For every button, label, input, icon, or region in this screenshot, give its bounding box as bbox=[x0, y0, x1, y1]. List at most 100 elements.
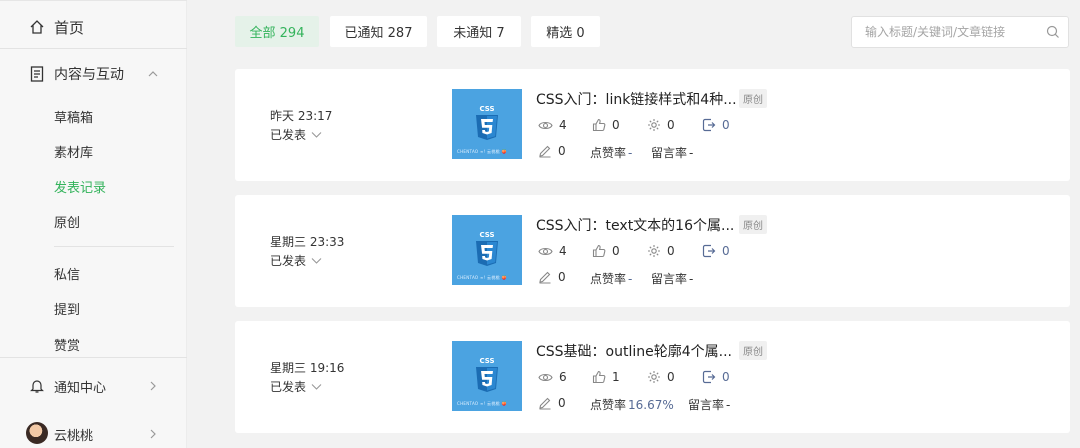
sidebar-item-label: 通知中心 bbox=[54, 380, 107, 396]
post-status: 已发表 bbox=[270, 380, 307, 394]
chevron-right-icon bbox=[150, 429, 156, 439]
sidebar-item-label: 首页 bbox=[54, 18, 85, 37]
like-rate-value: 16.67% bbox=[628, 397, 674, 412]
post-status-dropdown[interactable]: 已发表 bbox=[270, 252, 322, 269]
like-rate-label: 点赞率 bbox=[590, 272, 627, 286]
tab-all[interactable]: 全部 294 bbox=[235, 16, 319, 47]
shares-count: 0 bbox=[667, 244, 675, 258]
sidebar-top-border bbox=[0, 0, 187, 1]
sidebar-item-publish-records[interactable]: 发表记录 bbox=[54, 177, 106, 196]
thumbs-up-icon bbox=[592, 118, 606, 132]
post-card[interactable]: 星期三 19:16 已发表 CSS CHENTAO ∞! 云桃桃 🍑 CSS基础… bbox=[235, 321, 1070, 433]
original-badge: 原创 bbox=[739, 215, 767, 234]
thumb-caption: CHENTAO ∞! 云桃桃 🍑 bbox=[457, 401, 507, 406]
likes-count: 1 bbox=[612, 370, 620, 384]
tab-featured[interactable]: 精选 0 bbox=[531, 16, 600, 47]
views-count: 4 bbox=[559, 118, 567, 132]
like-rate-label: 点赞率 bbox=[590, 398, 627, 412]
edits-count: 0 bbox=[558, 144, 566, 158]
thumb-text: CSS bbox=[479, 105, 494, 113]
tab-notified[interactable]: 已通知 287 bbox=[330, 16, 427, 47]
stat-likes: 0 bbox=[592, 118, 620, 132]
forward-icon bbox=[702, 244, 716, 258]
chevron-down-icon bbox=[311, 257, 322, 264]
post-card[interactable]: 昨天 23:17 已发表 CSS CHENTAO ∞! 云桃桃 🍑 CSS入门：… bbox=[235, 69, 1070, 181]
chevron-down-icon bbox=[311, 131, 322, 138]
post-status-dropdown[interactable]: 已发表 bbox=[270, 126, 322, 143]
sidebar-item-label: 内容与互动 bbox=[54, 67, 124, 83]
sidebar: 首页 内容与互动 草稿箱 素材库 发表记录 原创 私信 提到 赞赏 通知中心 云… bbox=[0, 0, 187, 448]
views-count: 6 bbox=[559, 370, 567, 384]
like-rate-label: 点赞率 bbox=[590, 146, 627, 160]
bell-icon bbox=[28, 377, 46, 395]
post-thumbnail[interactable]: CSS CHENTAO ∞! 云桃桃 🍑 bbox=[452, 89, 522, 159]
stat-forwards[interactable]: 0 bbox=[702, 370, 730, 384]
search-icon[interactable] bbox=[1046, 25, 1060, 39]
search-box bbox=[851, 16, 1069, 48]
post-status: 已发表 bbox=[270, 128, 307, 142]
thumb-caption: CHENTAO ∞! 云桃桃 🍑 bbox=[457, 149, 507, 154]
post-title[interactable]: CSS入门：link链接样式和4种... bbox=[536, 89, 737, 109]
sidebar-divider bbox=[0, 357, 187, 358]
stat-views: 4 bbox=[538, 244, 567, 258]
document-icon bbox=[28, 65, 46, 83]
stat-edits: 0 bbox=[538, 396, 566, 410]
like-rate-value: - bbox=[628, 145, 633, 160]
home-icon bbox=[28, 18, 46, 36]
stat-comment-rate: 留言率 - bbox=[651, 270, 693, 287]
stat-likes: 0 bbox=[592, 244, 620, 258]
stat-like-rate: 点赞率 16.67% bbox=[590, 396, 674, 413]
comment-rate-label: 留言率 bbox=[688, 398, 725, 412]
stat-forwards[interactable]: 0 bbox=[702, 244, 730, 258]
sidebar-item-messages[interactable]: 私信 bbox=[54, 264, 80, 283]
thumb-text: CSS bbox=[479, 231, 494, 239]
sidebar-item-content[interactable]: 内容与互动 bbox=[0, 64, 187, 84]
user-name: 云桃桃 bbox=[54, 428, 94, 444]
post-status-dropdown[interactable]: 已发表 bbox=[270, 378, 322, 395]
comment-rate-label: 留言率 bbox=[651, 272, 688, 286]
sidebar-item-notifications[interactable]: 通知中心 bbox=[0, 376, 187, 396]
sidebar-item-rewards[interactable]: 赞赏 bbox=[54, 335, 80, 354]
stat-shares: 0 bbox=[647, 118, 675, 132]
original-badge: 原创 bbox=[739, 89, 767, 108]
stat-forwards[interactable]: 0 bbox=[702, 118, 730, 132]
chevron-up-icon[interactable] bbox=[146, 67, 160, 81]
stat-comment-rate: 留言率 - bbox=[688, 396, 730, 413]
likes-count: 0 bbox=[612, 118, 620, 132]
sidebar-item-home[interactable]: 首页 bbox=[0, 17, 187, 37]
post-thumbnail[interactable]: CSS CHENTAO ∞! 云桃桃 🍑 bbox=[452, 341, 522, 411]
chevron-right-icon bbox=[150, 381, 156, 391]
chevron-down-icon bbox=[311, 383, 322, 390]
comment-rate-value: - bbox=[689, 145, 694, 160]
search-input[interactable] bbox=[852, 17, 1042, 47]
post-title[interactable]: CSS入门：text文本的16个属... bbox=[536, 215, 734, 235]
comment-rate-label: 留言率 bbox=[651, 146, 688, 160]
post-time: 星期三 23:33 bbox=[270, 235, 345, 249]
sidebar-divider bbox=[54, 246, 174, 247]
pencil-icon bbox=[539, 397, 551, 410]
post-status: 已发表 bbox=[270, 254, 307, 268]
post-thumbnail[interactable]: CSS CHENTAO ∞! 云桃桃 🍑 bbox=[452, 215, 522, 285]
sidebar-item-drafts[interactable]: 草稿箱 bbox=[54, 107, 93, 126]
views-count: 4 bbox=[559, 244, 567, 258]
tab-not-notified[interactable]: 未通知 7 bbox=[437, 16, 521, 47]
thumb-text: CSS bbox=[479, 357, 494, 365]
shares-count: 0 bbox=[667, 118, 675, 132]
post-card[interactable]: 星期三 23:33 已发表 CSS CHENTAO ∞! 云桃桃 🍑 CSS入门… bbox=[235, 195, 1070, 307]
sidebar-item-original[interactable]: 原创 bbox=[54, 212, 80, 231]
post-title[interactable]: CSS基础：outline轮廓4个属... bbox=[536, 341, 732, 361]
comment-rate-value: - bbox=[726, 397, 731, 412]
edits-count: 0 bbox=[558, 396, 566, 410]
stat-like-rate: 点赞率 - bbox=[590, 144, 632, 161]
stat-shares: 0 bbox=[647, 370, 675, 384]
gear-icon bbox=[648, 119, 660, 131]
pencil-icon bbox=[539, 145, 551, 158]
pencil-icon bbox=[539, 271, 551, 284]
stat-comment-rate: 留言率 - bbox=[651, 144, 693, 161]
post-time: 昨天 23:17 bbox=[270, 109, 333, 123]
forwards-count: 0 bbox=[722, 118, 730, 132]
sidebar-item-materials[interactable]: 素材库 bbox=[54, 142, 93, 161]
sidebar-item-user[interactable]: 云桃桃 bbox=[0, 424, 187, 444]
eye-icon bbox=[538, 121, 553, 129]
sidebar-item-mentions[interactable]: 提到 bbox=[54, 299, 80, 318]
